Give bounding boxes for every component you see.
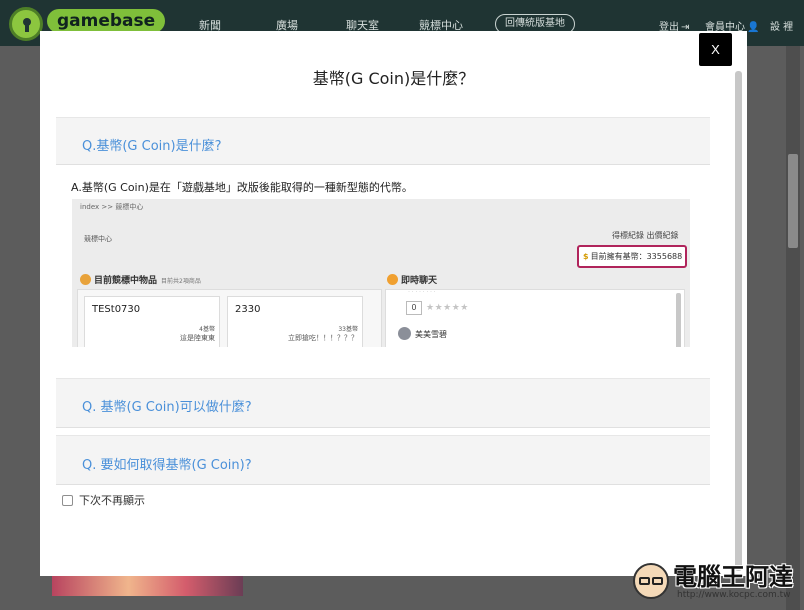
site-watermark: 電腦王阿達 http://www.kocpc.com.tw bbox=[627, 557, 797, 607]
watermark-text: 電腦王阿達 bbox=[673, 563, 793, 591]
chat-icon bbox=[387, 274, 398, 285]
auction-card-desc: 立即搶吃！！！？？？ bbox=[288, 334, 358, 342]
avatar-icon bbox=[398, 327, 411, 340]
faq-item-what-is-gcoin[interactable]: Q.基幣(G Coin)是什麼? bbox=[56, 117, 710, 165]
coin-icon: $ bbox=[583, 252, 589, 261]
faq-question-3[interactable]: Q. 要如何取得基幣(G Coin)? bbox=[82, 454, 252, 473]
example-screenshot: index >> 競標中心 競標中心 得標紀錄 出價紀錄 $ 目前擁有基幣：335… bbox=[72, 199, 690, 347]
coin-balance-box: $ 目前擁有基幣：3355688 bbox=[577, 245, 687, 268]
coin-balance-value: 3355688 bbox=[646, 252, 683, 261]
chat-scrollbar bbox=[676, 293, 681, 347]
auction-card-coins: 33基幣 bbox=[338, 326, 358, 333]
close-button[interactable]: X bbox=[699, 33, 732, 66]
modal-scrollbar[interactable] bbox=[730, 67, 747, 576]
chat-user-name: 美美雪碧 bbox=[415, 330, 447, 339]
auction-items-count: 目前共2項商品 bbox=[161, 278, 201, 285]
coins-stack-icon bbox=[80, 274, 91, 285]
chat-rating-stars: ★★★★★ bbox=[426, 302, 469, 312]
auction-card-coins: 4基幣 bbox=[199, 326, 215, 333]
page-scrollbar[interactable] bbox=[786, 46, 800, 610]
gcoin-faq-modal: 基幣(G Coin)是什麼？ X Q.基幣(G Coin)是什麼? A.基幣(G… bbox=[40, 31, 747, 576]
faq-answer-1: A.基幣(G Coin)是在「遊戲基地」改版後能取得的一種新型態的代幣。 bbox=[71, 181, 413, 194]
watermark-url: http://www.kocpc.com.tw bbox=[677, 590, 791, 600]
auction-items-heading: 目前競標中物品 目前共2項商品 bbox=[80, 273, 201, 286]
checkbox-icon[interactable] bbox=[62, 495, 73, 506]
auction-items-panel: TESt0730 4基幣 這是陸東東 2330 33基幣 立即搶吃！！！？？？ bbox=[77, 289, 382, 347]
user-icon: 👤 bbox=[747, 22, 760, 33]
auction-card-title: 2330 bbox=[235, 304, 261, 315]
auction-card: 2330 33基幣 立即搶吃！！！？？？ bbox=[227, 296, 363, 347]
background-thumbnail-image bbox=[52, 574, 243, 596]
chat-rating-box: 0 bbox=[406, 301, 422, 315]
page-scrollbar-thumb[interactable] bbox=[788, 154, 798, 248]
live-chat-heading-text: 即時聊天 bbox=[401, 276, 438, 286]
dont-show-again-label[interactable]: 下次不再顯示 bbox=[79, 494, 145, 507]
auction-items-heading-text: 目前競標中物品 bbox=[94, 276, 158, 286]
modal-scrollbar-thumb[interactable] bbox=[735, 71, 742, 571]
faq-item-how-to-get-gcoin[interactable]: Q. 要如何取得基幣(G Coin)? bbox=[56, 435, 710, 485]
auction-card-title: TESt0730 bbox=[92, 304, 141, 315]
chat-faded-text: · · · · · · · · bbox=[408, 289, 436, 295]
chat-user: 美美雪碧 bbox=[398, 327, 447, 340]
coin-balance-label: 目前擁有基幣： bbox=[590, 252, 647, 261]
faq-question-1[interactable]: Q.基幣(G Coin)是什麼? bbox=[82, 135, 222, 154]
breadcrumb: index >> 競標中心 bbox=[80, 203, 144, 211]
faq-question-2[interactable]: Q. 基幣(G Coin)可以做什麼? bbox=[82, 396, 252, 415]
faq-item-what-can-gcoin-do[interactable]: Q. 基幣(G Coin)可以做什麼? bbox=[56, 378, 710, 428]
record-links: 得標紀錄 出價紀錄 bbox=[612, 231, 679, 240]
live-chat-heading: 即時聊天 bbox=[387, 273, 437, 286]
dont-show-again-option[interactable]: 下次不再顯示 bbox=[62, 492, 145, 508]
keyhole-logo-icon[interactable] bbox=[9, 7, 43, 41]
settings-link[interactable]: 設 裡 bbox=[770, 18, 793, 33]
page-subtitle: 競標中心 bbox=[84, 235, 112, 243]
auction-card: TESt0730 4基幣 這是陸東東 bbox=[84, 296, 220, 347]
modal-title: 基幣(G Coin)是什麼？ bbox=[312, 69, 475, 88]
mascot-face-icon bbox=[633, 563, 669, 599]
site-logo-text[interactable]: gamebase bbox=[47, 9, 166, 33]
auction-card-desc: 這是陸東東 bbox=[180, 334, 215, 342]
